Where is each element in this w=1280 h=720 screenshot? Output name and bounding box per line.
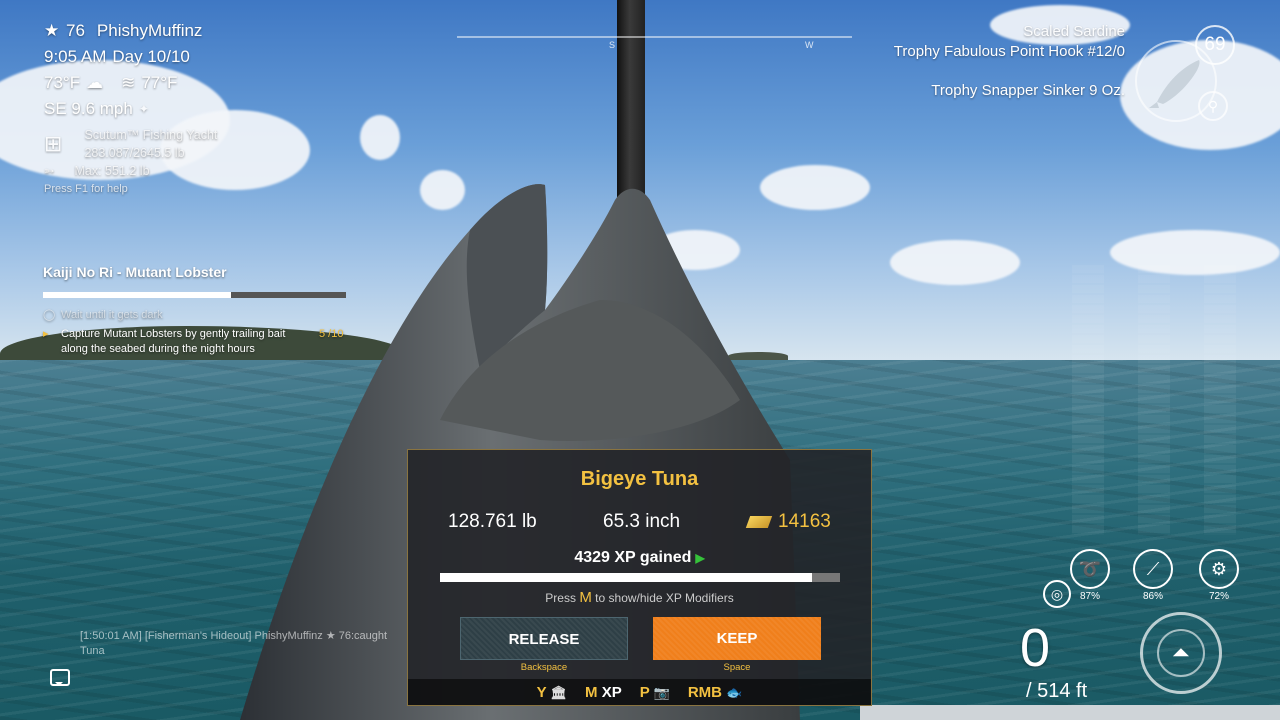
max-fish-value: Max: 551.2 lb [74,164,150,178]
footer-action[interactable]: P 📷 [640,684,670,701]
day-counter: Day 10/10 [112,47,190,66]
objective-check-icon: ◯ [43,309,56,321]
quest-progress [43,292,346,298]
weather-info: 73°F ☁ ≋ 77°F [44,70,217,96]
xp-gained: 4329 XP gained ▶ [408,549,871,567]
air-temp: 73°F [44,73,81,92]
rod-icon[interactable]: ⟋ [1133,549,1173,589]
fish-value-amount: 14163 [778,511,831,532]
chevron-up-icon: ⏶ [1157,629,1205,677]
objective-text: Wait until it gets dark [61,309,163,321]
quest-objective: ◯ Wait until it gets dark [43,308,363,323]
xp-modifier-hint: Press M to show/hide XP Modifiers [408,589,871,606]
bait-name: Scaled Sardine [1023,23,1125,40]
objective-arrow-icon: ▸ [43,328,49,340]
depth-total: / 514 ft [1026,680,1088,702]
player-info: ★ 76 PhishyMuffinz [44,18,217,44]
water-temp: 77°F [141,73,178,92]
xp-progress [440,573,840,582]
xp-icon: XP [601,683,622,701]
compass-marker: W [805,40,814,50]
fish-length: 65.3 inch [603,511,681,532]
catch-panel: Bigeye Tuna 128.761 lb 65.3 inch 14163 4… [407,449,872,706]
fish-hold-icon: 🐟 [726,684,743,700]
hint-key: M [579,589,592,606]
tackle-info: Scaled Sardine Trophy Fabulous Point Hoo… [894,22,1125,101]
quest-progress-fill [43,292,231,298]
boat-name: Scutum™ Fishing Yacht [84,128,218,142]
footer-key: P [639,683,650,701]
footer-key: RMB [687,683,722,701]
fish-icon: ➳ [44,164,55,178]
player-hud: ★ 76 PhishyMuffinz 9:05 AM Day 10/10 73°… [44,18,217,198]
meter [1204,265,1236,535]
reel-icon[interactable]: ⚙ [1199,549,1239,589]
cloud-icon: ☁ [86,73,104,92]
museum-icon: 🏛 [550,684,568,700]
max-fish: ➳ Max: 551.2 lb [44,162,217,180]
camera-icon: 📷 [653,684,670,700]
compass: S W [457,36,852,50]
chat-message: [1:50:01 AM] [Fisherman's Hideout] Phish… [80,630,388,657]
fish-weight: 128.761 lb [448,511,537,532]
reel-durability: 72% [1208,591,1229,602]
xp-progress-fill [440,573,812,582]
line-durability: 87% [1079,591,1100,602]
play-arrow-icon: ▶ [695,551,705,565]
depth-current: 0 [1020,618,1051,678]
footer-key: M [585,683,598,701]
fish-value: 14163 [745,511,831,533]
quest-title: Kaiji No Ri - Mutant Lobster [43,264,227,280]
lure-level: 69 [1195,25,1235,65]
objective-count: 5 /10 [319,328,344,340]
chat-icon[interactable] [50,669,70,686]
quest-objective: ▸ Capture Mutant Lobsters by gently trai… [43,327,363,357]
star-icon: ★ [44,21,60,40]
release-keybind: Backspace [520,662,568,673]
xp-text: 4329 XP gained [574,549,692,566]
player-name: PhishyMuffinz [96,21,203,40]
footer-action[interactable]: Y 🏛 [537,684,567,701]
boat-hull [860,705,1280,720]
meter [1138,265,1170,535]
wind-speed: SE 9.6 mph [44,99,133,118]
keep-keybind: Space [723,662,751,673]
keep-button[interactable]: KEEP [653,617,821,660]
panel-footer: Y 🏛 M XP P 📷 RMB 🐟 [408,679,871,705]
clock: 9:05 AM [44,47,107,66]
footer-action[interactable]: M XP [585,684,622,701]
release-button[interactable]: RELEASE [460,617,628,660]
objective-text: Capture Mutant Lobsters by gently traili… [61,328,286,355]
line-icon[interactable]: ➰ [1070,549,1110,589]
sinker-name: Trophy Snapper Sinker 9 Oz. [931,82,1125,99]
wind-arrow-icon: ✦ [138,102,149,116]
hook-name: Trophy Fabulous Point Hook #12/0 [893,43,1125,60]
sinker-icon: ⚲ [1198,91,1228,121]
time-info: 9:05 AM Day 10/10 [44,44,217,70]
hint-pre: Press [545,591,576,605]
spool-icon: ◎ [1043,580,1071,608]
help-hint: Press F1 for help [44,183,128,195]
rod-durability: 86% [1142,591,1163,602]
compass-marker: S [609,40,616,50]
fish-name: Bigeye Tuna [580,468,699,490]
water-icon: ≋ [121,73,136,92]
footer-key: Y [536,683,547,701]
wind-info: SE 9.6 mph ✦ [44,96,217,122]
drag-indicator: ⏶ [1140,612,1222,694]
boat-capacity: 283.087/2645.5 lb [84,146,185,160]
player-level: 76 [66,21,85,40]
cooler-icon: ⊞ [44,131,63,156]
quest-tracker: Kaiji No Ri - Mutant Lobster ◯ Wait unti… [43,264,363,357]
gold-icon [745,515,773,528]
boat-info: ⊞ Scutum™ Fishing Yacht 283.087/2645.5 l… [44,126,217,162]
hint-post: to show/hide XP Modifiers [595,591,734,605]
meter [1072,265,1104,535]
footer-action[interactable]: RMB 🐟 [688,684,743,701]
